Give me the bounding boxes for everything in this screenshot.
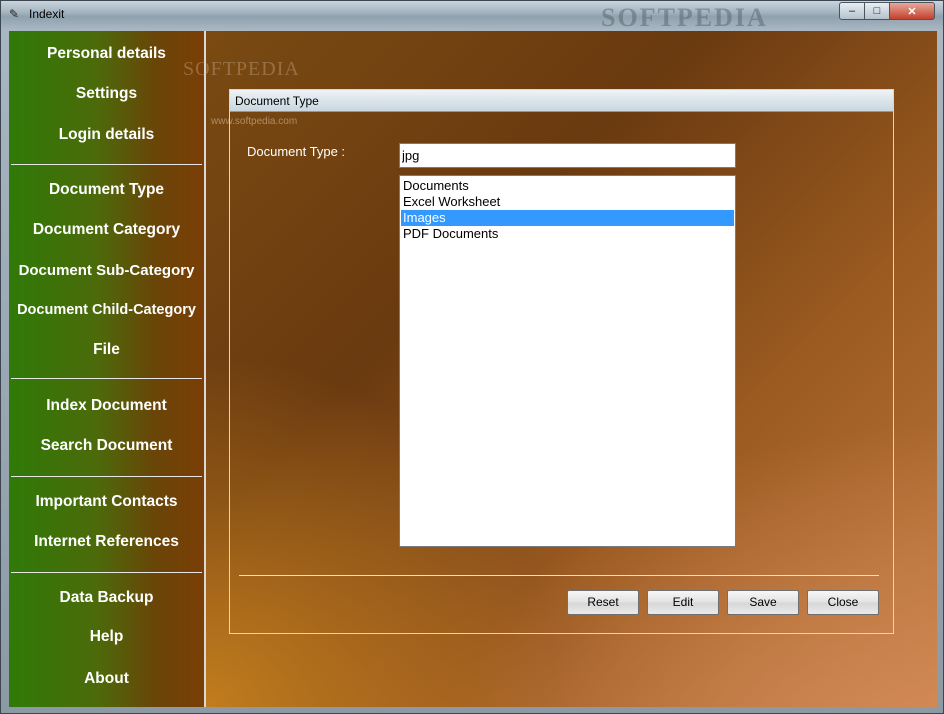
nav-login-details[interactable]: Login details — [9, 126, 204, 144]
dialog-title: Document Type — [235, 94, 319, 108]
document-type-label: Document Type : — [247, 144, 346, 159]
background-watermark: SOFTPEDIA — [183, 58, 300, 80]
minimize-button[interactable]: – — [839, 2, 865, 20]
nav-document-sub-category[interactable]: Document Sub-Category — [9, 262, 204, 279]
window-title: Indexit — [29, 7, 65, 21]
nav-data-backup[interactable]: Data Backup — [9, 589, 204, 607]
close-button[interactable]: Close — [807, 590, 879, 615]
dialog-title-bar[interactable]: Document Type — [230, 90, 893, 112]
save-button[interactable]: Save — [727, 590, 799, 615]
nav-index-document[interactable]: Index Document — [9, 397, 204, 415]
nav-document-category[interactable]: Document Category — [9, 221, 204, 239]
nav-divider — [11, 378, 202, 379]
nav-divider — [11, 164, 202, 165]
sidebar: Personal details Settings Login details … — [9, 31, 206, 707]
nav-divider — [11, 476, 202, 477]
nav-help[interactable]: Help — [9, 628, 204, 646]
document-type-input[interactable] — [399, 143, 736, 168]
nav-important-contacts[interactable]: Important Contacts — [9, 493, 204, 511]
nav-about[interactable]: About — [9, 670, 204, 688]
close-window-button[interactable]: ✕ — [890, 2, 935, 20]
nav-document-child-category[interactable]: Document Child-Category — [9, 302, 204, 318]
edit-button[interactable]: Edit — [647, 590, 719, 615]
reset-button[interactable]: Reset — [567, 590, 639, 615]
app-icon: ✎ — [9, 7, 20, 21]
list-item[interactable]: Excel Worksheet — [401, 194, 734, 210]
nav-document-type[interactable]: Document Type — [9, 181, 204, 199]
document-type-list[interactable]: Documents Excel Worksheet Images PDF Doc… — [399, 175, 736, 547]
nav-internet-references[interactable]: Internet References — [9, 533, 204, 551]
list-item[interactable]: Documents — [401, 178, 734, 194]
nav-divider — [11, 572, 202, 573]
dialog-divider — [239, 575, 879, 576]
app-window: ✎ Indexit SOFTPEDIA – □ ✕ Personal detai… — [0, 0, 944, 714]
list-item-selected[interactable]: Images — [401, 210, 734, 226]
watermark: SOFTPEDIA — [601, 3, 768, 32]
list-item[interactable]: PDF Documents — [401, 226, 734, 242]
nav-personal-details[interactable]: Personal details — [9, 45, 204, 63]
window-controls: – □ ✕ — [839, 2, 935, 20]
nav-search-document[interactable]: Search Document — [9, 437, 204, 455]
nav-file[interactable]: File — [9, 341, 204, 359]
title-bar[interactable]: ✎ Indexit SOFTPEDIA – □ ✕ — [1, 1, 943, 32]
maximize-button[interactable]: □ — [865, 2, 890, 20]
nav-settings[interactable]: Settings — [9, 85, 204, 103]
